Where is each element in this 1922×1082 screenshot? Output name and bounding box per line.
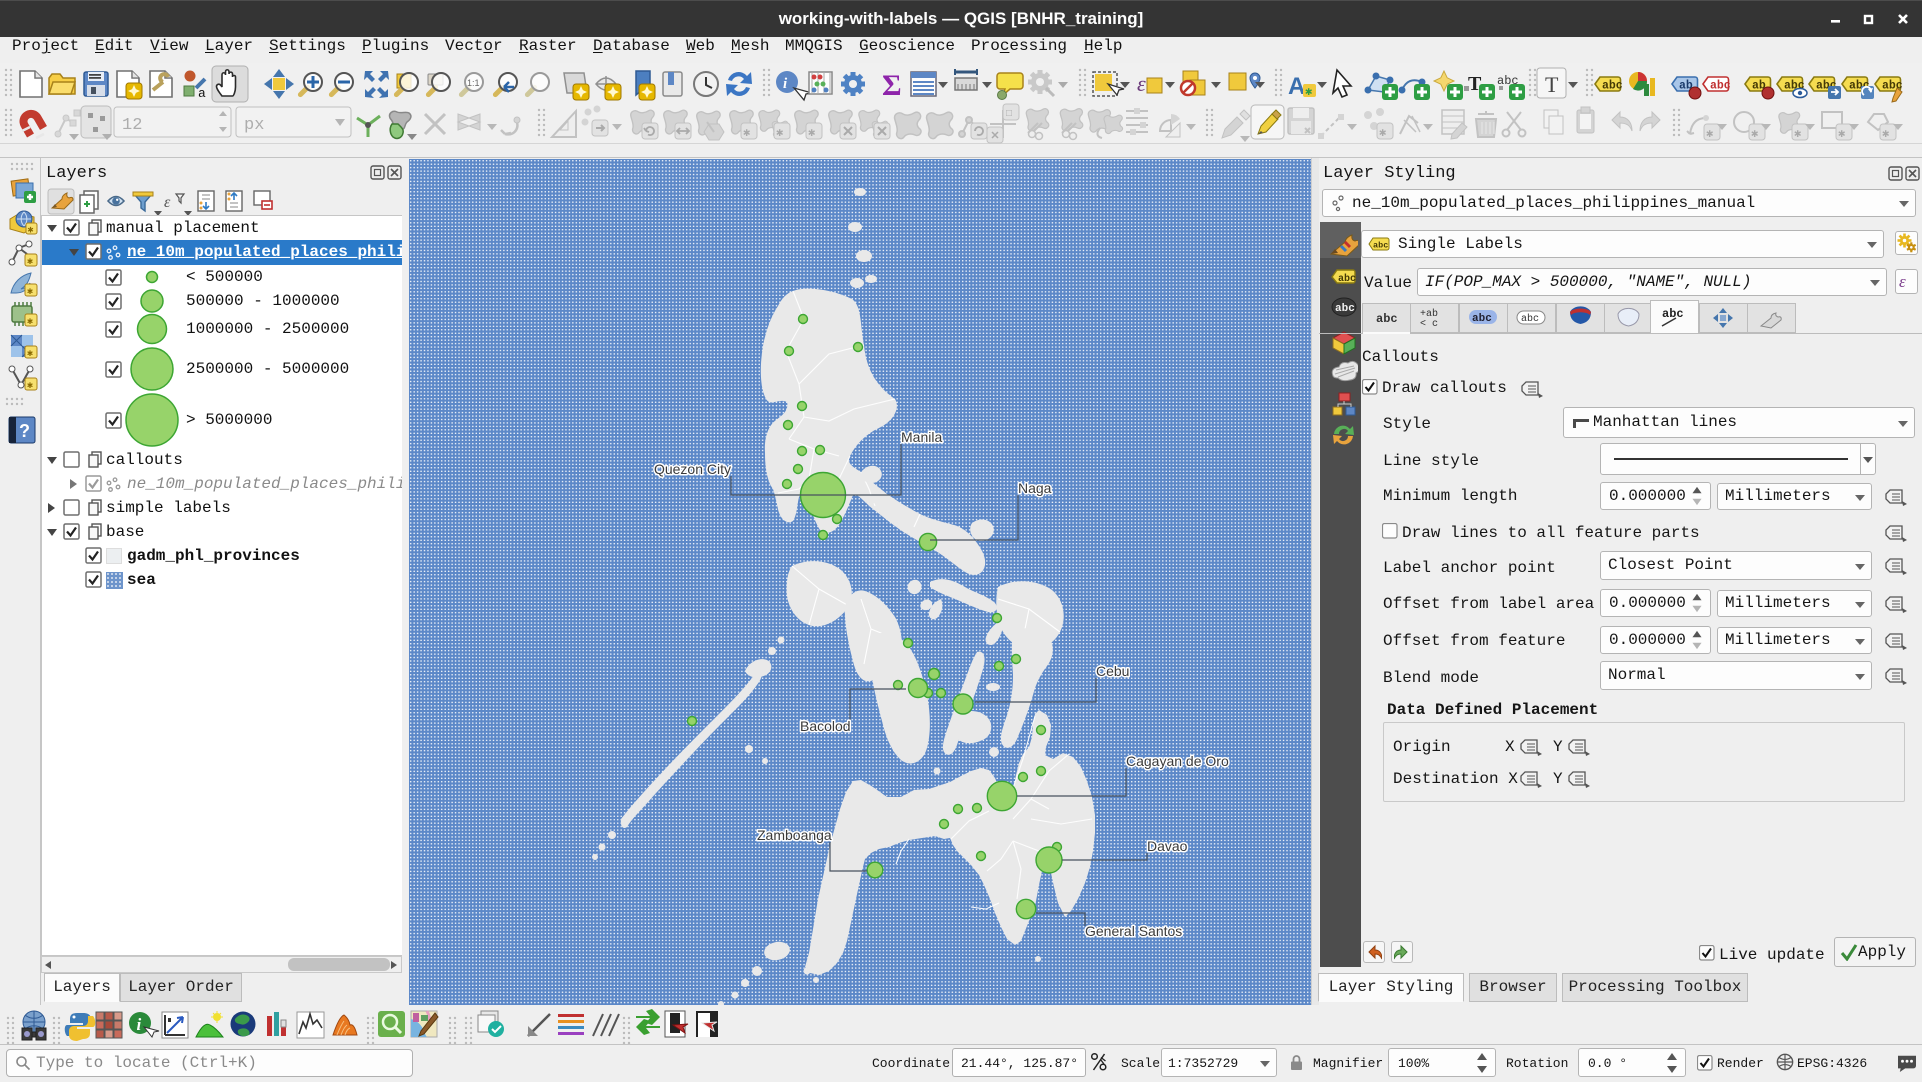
svg-text:✱: ✱ bbox=[776, 126, 783, 140]
svg-text:abc: abc bbox=[1521, 313, 1539, 325]
svg-text:1:1: 1:1 bbox=[467, 78, 480, 88]
svg-text:✱: ✱ bbox=[743, 126, 750, 140]
svg-text:px: px bbox=[244, 116, 264, 135]
svg-text:a: a bbox=[198, 86, 206, 101]
svg-text:✱: ✱ bbox=[27, 381, 33, 392]
svg-text:abc: abc bbox=[1602, 80, 1623, 93]
svg-text:Σ: Σ bbox=[882, 69, 902, 102]
svg-text:✱: ✱ bbox=[27, 257, 33, 268]
svg-text:abc: abc bbox=[1338, 273, 1356, 285]
svg-text:i: i bbox=[137, 1015, 142, 1034]
svg-text:abc: abc bbox=[1376, 312, 1398, 326]
svg-text:Naga: Naga bbox=[1018, 480, 1052, 496]
svg-text:A: A bbox=[1288, 73, 1305, 100]
svg-text:Zamboanga: Zamboanga bbox=[757, 827, 832, 843]
svg-text:✱: ✱ bbox=[1379, 126, 1386, 140]
svg-text:Cebu: Cebu bbox=[1096, 663, 1129, 679]
svg-text:abc: abc bbox=[1373, 241, 1388, 251]
svg-text:abc: abc bbox=[1662, 307, 1684, 321]
svg-text:✱: ✱ bbox=[27, 317, 33, 328]
svg-text:Cagayan de Oro: Cagayan de Oro bbox=[1126, 753, 1229, 769]
svg-text:12: 12 bbox=[122, 116, 142, 135]
svg-text:Bacolod: Bacolod bbox=[800, 718, 851, 734]
svg-text:✱: ✱ bbox=[28, 226, 34, 237]
svg-text:Davao: Davao bbox=[1147, 838, 1188, 854]
svg-text:✱: ✱ bbox=[1838, 127, 1845, 141]
svg-text:ε: ε bbox=[164, 194, 171, 211]
svg-text:abc: abc bbox=[1335, 303, 1355, 315]
svg-text:abc: abc bbox=[1710, 80, 1731, 93]
svg-text:✱: ✱ bbox=[1305, 85, 1312, 99]
svg-text:ε: ε bbox=[1137, 71, 1146, 96]
svg-text:✱: ✱ bbox=[1706, 127, 1713, 141]
svg-text:?: ? bbox=[19, 421, 30, 441]
svg-text:✱: ✱ bbox=[1751, 127, 1758, 141]
svg-text:✱: ✱ bbox=[1882, 127, 1889, 141]
svg-text:Quezon City: Quezon City bbox=[654, 461, 731, 477]
svg-text:abc: abc bbox=[1472, 313, 1492, 325]
svg-text:Manila: Manila bbox=[901, 429, 942, 445]
svg-text:< c: < c bbox=[1420, 319, 1438, 330]
svg-text:T: T bbox=[1545, 72, 1559, 97]
svg-text:✱: ✱ bbox=[27, 349, 33, 360]
svg-text:✱: ✱ bbox=[27, 287, 33, 298]
svg-text:✱: ✱ bbox=[808, 126, 815, 140]
svg-text:□: □ bbox=[1006, 109, 1012, 120]
svg-text:✱: ✱ bbox=[1794, 127, 1801, 141]
svg-text:General Santos: General Santos bbox=[1085, 923, 1182, 939]
